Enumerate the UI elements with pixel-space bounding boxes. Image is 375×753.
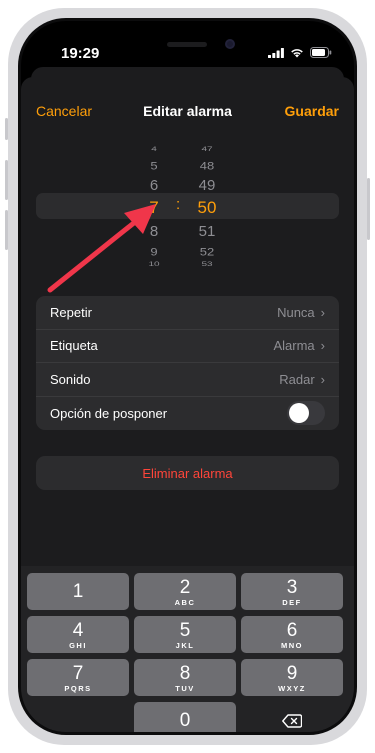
time-separator: :	[176, 196, 181, 213]
key-digit: 2	[179, 577, 191, 598]
minute-option: 49	[198, 177, 216, 194]
hour-option: 5	[150, 159, 158, 172]
time-picker[interactable]: 4 5 6 7 8 9 10 : 47 48 49 50 51 52 53	[21, 137, 354, 277]
repeat-label: Repetir	[50, 304, 92, 320]
key-digit: 1	[72, 581, 84, 602]
hour-option: 6	[149, 177, 159, 194]
repeat-value: Nunca	[277, 304, 315, 320]
status-icons	[268, 47, 332, 58]
delete-alarm-button[interactable]: Eliminar alarma	[36, 456, 339, 490]
snooze-label: Opción de posponer	[50, 405, 168, 421]
save-button[interactable]: Guardar	[285, 103, 339, 119]
repeat-row[interactable]: Repetir Nunca ›	[36, 296, 339, 330]
snooze-row: Opción de posponer	[36, 397, 339, 431]
chevron-right-icon: ›	[320, 338, 325, 354]
key-3[interactable]: 3 DEF	[241, 573, 343, 610]
nav-bar: Cancelar Editar alarma Guardar	[21, 103, 354, 127]
key-9[interactable]: 9 WXYZ	[241, 659, 343, 696]
key-7[interactable]: 7 PQRS	[27, 659, 129, 696]
hour-option: 4	[151, 146, 157, 153]
key-digit: 3	[286, 577, 298, 598]
selected-hour: 7	[149, 198, 159, 217]
battery-icon	[310, 47, 332, 58]
label-label: Etiqueta	[50, 338, 98, 354]
minute-option: 47	[201, 146, 213, 153]
key-digit: 6	[286, 620, 298, 641]
label-value: Alarma	[273, 338, 315, 354]
sound-label: Sonido	[50, 371, 91, 387]
minute-option: 52	[199, 245, 215, 258]
chevron-right-icon: ›	[320, 371, 325, 387]
screen: 1 9: 2 9 Cancelar Editar alarma Guardar 4 5…	[21, 21, 354, 732]
phone-frame: 1 9: 2 9 Cancelar Editar alarma Guardar 4 5…	[8, 8, 367, 745]
minute-option: 48	[199, 159, 215, 172]
front-camera	[225, 39, 235, 49]
key-digit: 8	[179, 663, 191, 684]
key-8[interactable]: 8 TUV	[134, 659, 236, 696]
chevron-right-icon: ›	[320, 304, 325, 320]
hour-option: 9	[150, 245, 158, 258]
picker-selection-band	[36, 193, 339, 219]
minute-option: 51	[198, 223, 216, 240]
delete-backspace-icon	[282, 713, 302, 728]
key-letters: GHI	[69, 641, 87, 650]
key-letters: TUV	[175, 684, 195, 693]
signal-icon	[268, 47, 284, 58]
key-letters: PQRS	[64, 684, 92, 693]
edit-alarm-sheet: Cancelar Editar alarma Guardar 4 5 6 7 8…	[21, 77, 354, 732]
alarm-settings-list: Repetir Nunca › Etiqueta Alarma › Sonido…	[36, 296, 339, 430]
selected-minute: 50	[197, 198, 217, 217]
key-letters: JKL	[175, 641, 195, 650]
key-2[interactable]: 2 ABC	[134, 573, 236, 610]
snooze-toggle[interactable]	[287, 401, 325, 426]
key-1[interactable]: 1	[27, 573, 129, 610]
key-letters: MNO	[281, 641, 303, 650]
key-4[interactable]: 4 GHI	[27, 616, 129, 653]
phone-bezel: 1 9: 2 9 Cancelar Editar alarma Guardar 4 5…	[18, 18, 357, 735]
key-letters: DEF	[282, 598, 302, 607]
minute-option: 53	[201, 261, 213, 268]
key-digit: 9	[286, 663, 298, 684]
status-bar: 19:29	[21, 21, 354, 73]
label-row[interactable]: Etiqueta Alarma ›	[36, 330, 339, 363]
sound-value: Radar	[279, 371, 315, 387]
key-0[interactable]: 0	[134, 702, 236, 732]
sound-row[interactable]: Sonido Radar ›	[36, 363, 339, 397]
toggle-knob	[289, 403, 309, 424]
key-digit: 0	[179, 710, 191, 731]
key-digit: 5	[179, 620, 191, 641]
delete-key[interactable]	[241, 702, 343, 732]
numeric-keypad: 1 2 ABC 3 DEF 4 GHI 5 JKL 6 MNO 7 PQRS 8…	[21, 566, 354, 732]
key-letters: WXYZ	[278, 684, 306, 693]
power-button	[367, 178, 370, 240]
wifi-icon	[291, 48, 303, 57]
key-digit: 7	[72, 663, 84, 684]
key-6[interactable]: 6 MNO	[241, 616, 343, 653]
status-time: 19:29	[61, 45, 100, 62]
key-5[interactable]: 5 JKL	[134, 616, 236, 653]
hour-option: 10	[148, 261, 160, 268]
hour-option: 8	[149, 223, 159, 240]
earpiece-speaker	[167, 42, 207, 47]
key-digit: 4	[72, 620, 84, 641]
key-letters: ABC	[174, 598, 196, 607]
